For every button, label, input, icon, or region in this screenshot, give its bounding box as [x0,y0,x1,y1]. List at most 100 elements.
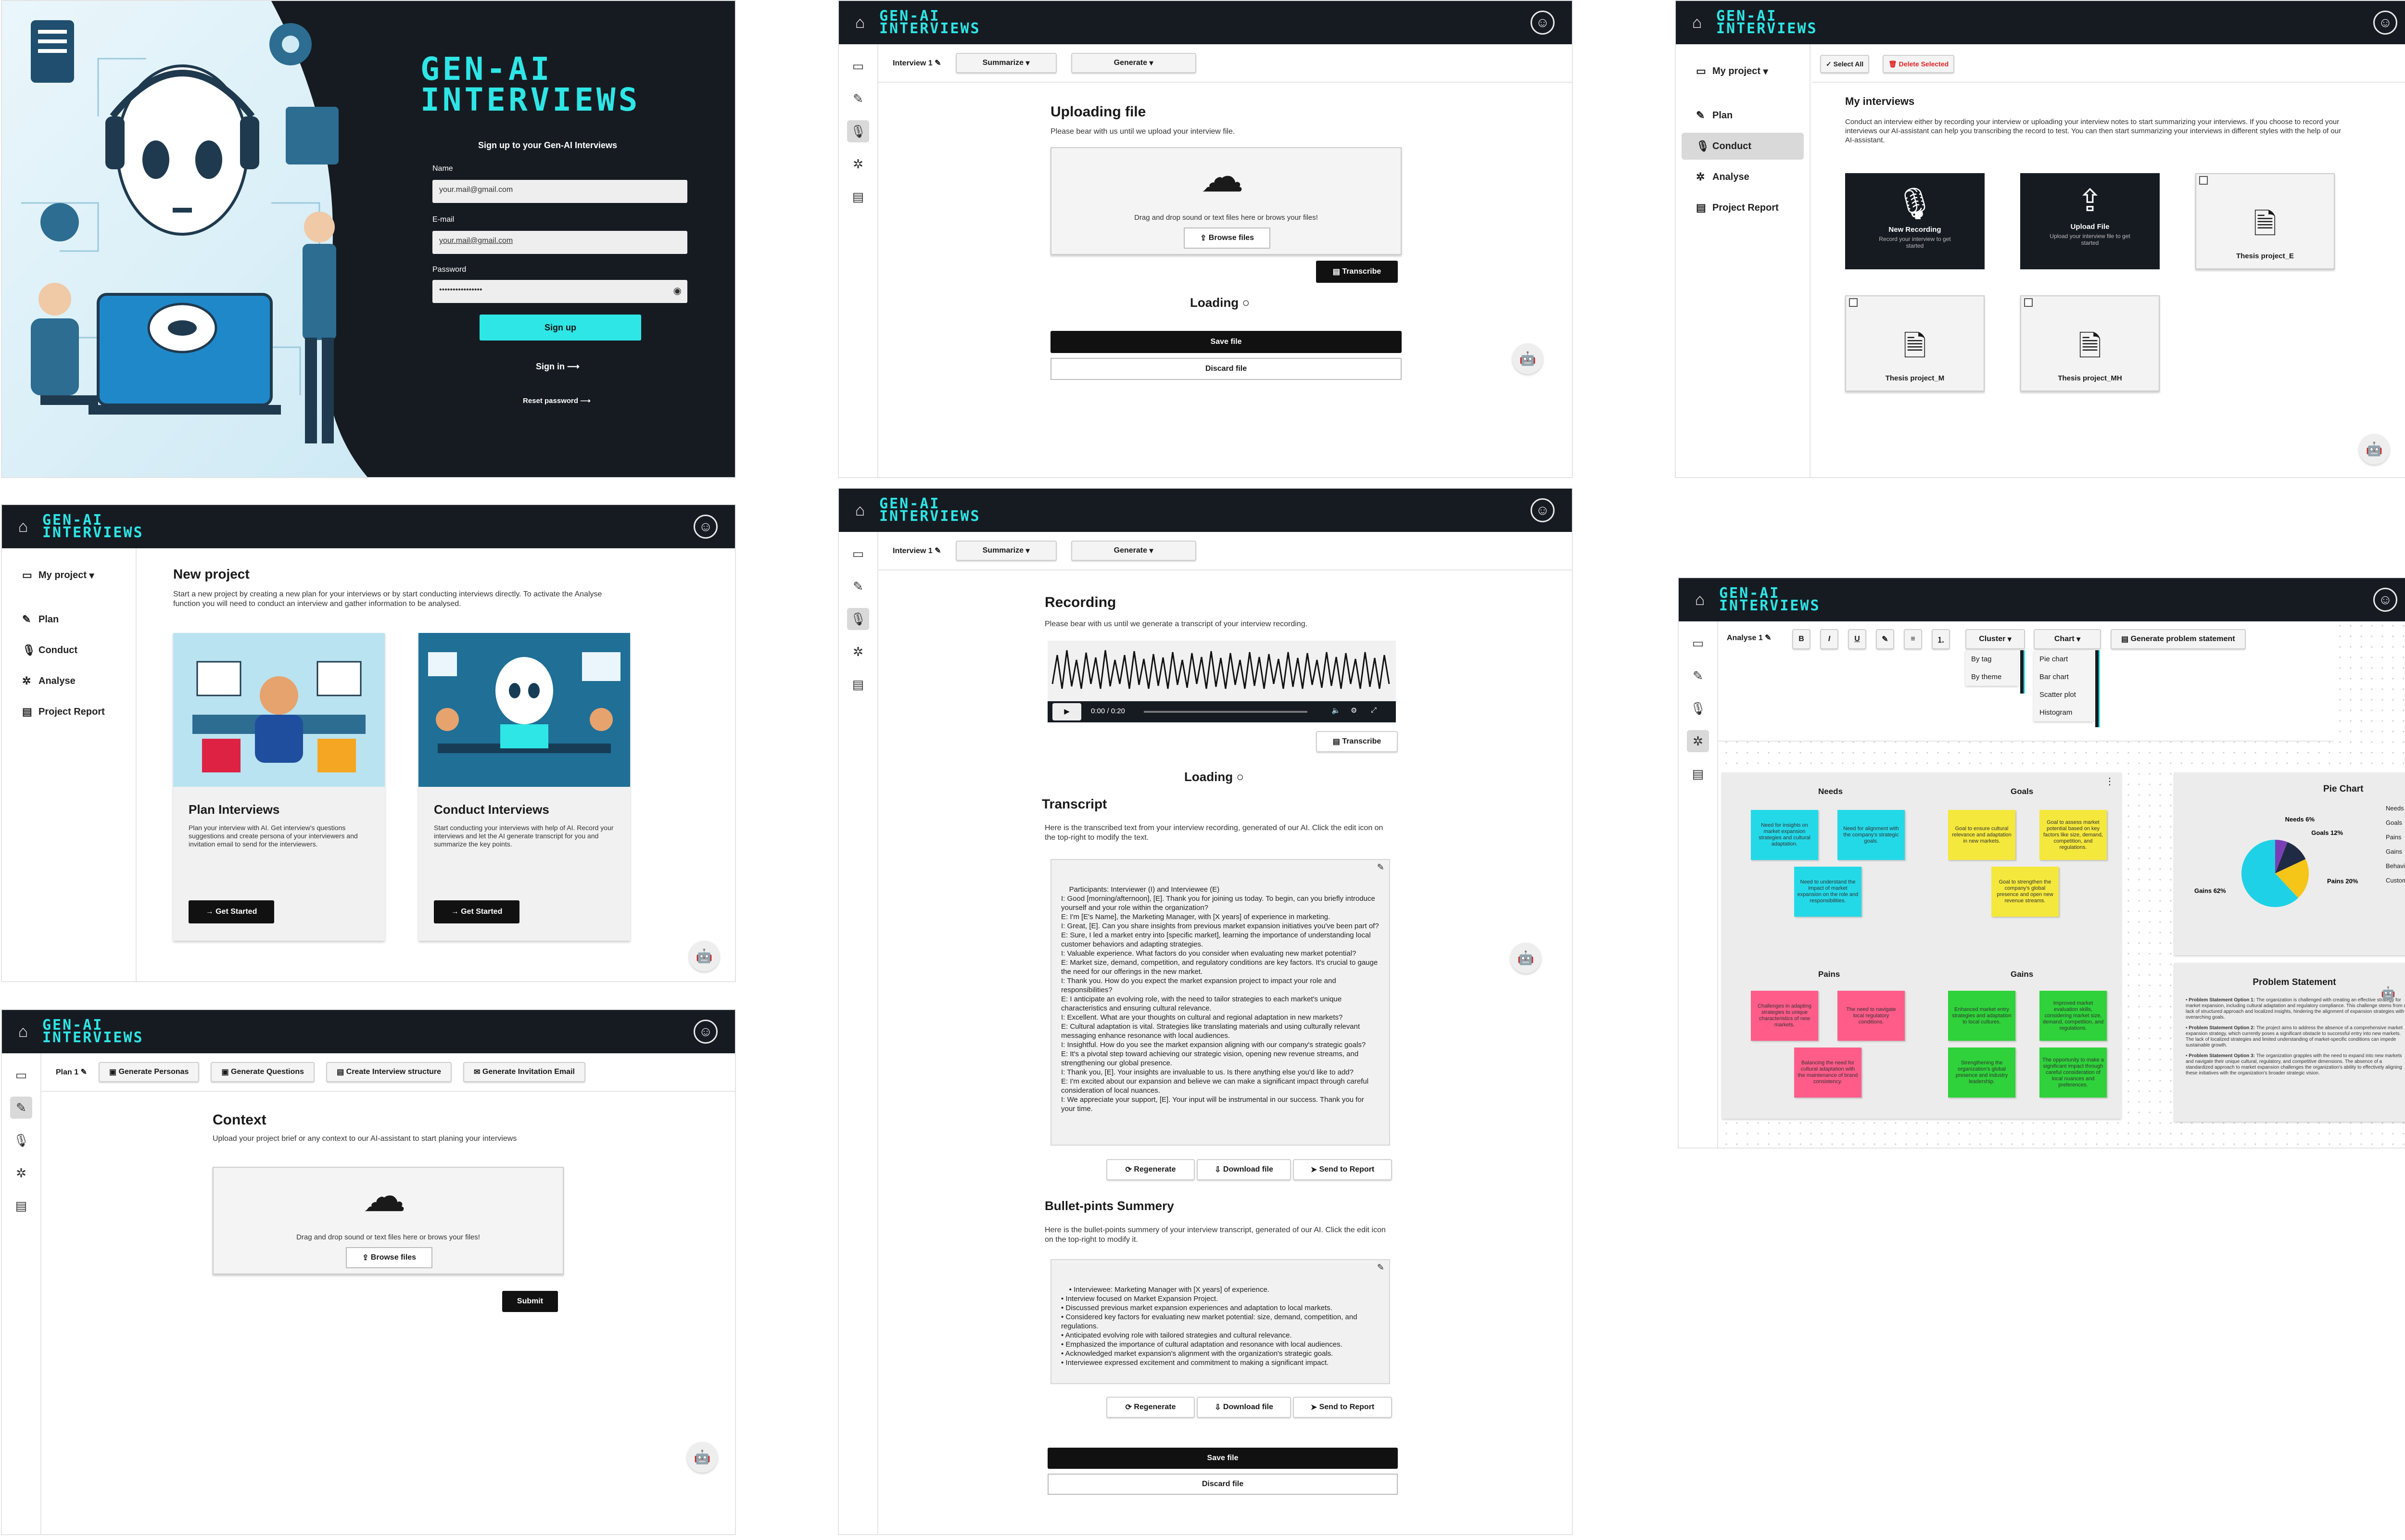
report-icon[interactable]: ▤ [847,673,869,695]
sticky-note[interactable]: Strengthening the organization's global … [1948,1048,2015,1098]
underline-button[interactable]: U [1848,629,1866,649]
report-icon[interactable]: ▤ [847,186,869,208]
cluster-option[interactable]: By theme [1965,668,2018,686]
problem-option[interactable]: • Problem Statement Option 1: The organi… [2186,997,2405,1021]
sidebar-item-project[interactable]: ▭ My project ▾ [1682,58,1804,85]
analyse-icon[interactable]: ✲ [847,153,869,175]
name-field[interactable]: your.mail@gmail.com [432,180,687,203]
analyse-icon[interactable]: ✲ [847,641,869,663]
chart-option[interactable]: Pie chart [2034,650,2093,668]
download-button[interactable]: ⇩ Download file [1197,1159,1291,1180]
ai-assistant-icon[interactable]: 🤖 [687,1442,718,1473]
plan-icon[interactable]: ✎ [847,575,869,597]
download-button[interactable]: ⇩ Download file [1197,1397,1291,1418]
fullscreen-icon[interactable]: ⤢ [1371,706,1377,714]
sidebar-item-conduct[interactable]: 🎙 Conduct [1682,133,1804,160]
generate-dropdown[interactable]: Generate ▾ [1071,53,1196,73]
interview-tab[interactable]: Interview 1 ✎ [893,58,941,68]
report-icon[interactable]: ▤ [10,1195,32,1217]
user-avatar-icon[interactable]: ☺ [2373,588,2397,612]
save-file-button[interactable]: Save file [1048,1448,1398,1469]
user-avatar-icon[interactable]: ☺ [1531,11,1555,35]
regenerate-button[interactable]: ⟳ Regenerate [1106,1397,1195,1418]
sticky-note[interactable]: Need for alignment with the company's st… [1837,810,1905,860]
edit-icon[interactable]: ✎ [81,1068,87,1076]
send-to-report-button[interactable]: ➤ Send to Report [1293,1397,1392,1418]
chart-option[interactable]: Histogram [2034,704,2093,721]
home-icon[interactable]: ⌂ [13,1022,33,1041]
new-recording-card[interactable]: 🎙 New Recording Record your interview to… [1845,173,1985,269]
select-all-button[interactable]: ✓ Select All [1820,55,1870,73]
chart-scrollbar[interactable] [2095,650,2100,727]
settings-icon[interactable]: ⚙ [1351,706,1357,715]
generate-problem-button[interactable]: ▤ Generate problem statement [2111,629,2246,649]
summarize-dropdown[interactable]: Summarize ▾ [955,53,1057,73]
sticky-note[interactable]: Improved market evaluation skills, consi… [2039,991,2107,1041]
sticky-note[interactable]: Challenges in adapting strategies to uni… [1751,991,1818,1041]
summary-text[interactable]: ✎ • Interviewee: Marketing Manager with … [1051,1259,1390,1384]
volume-icon[interactable]: 🔈 [1331,706,1341,715]
generate-personas-button[interactable]: ▣ Generate Personas [99,1062,200,1082]
cluster-dropdown[interactable]: Cluster ▾ [1965,629,2025,649]
microphone-icon[interactable]: 🎙 [1687,697,1709,720]
chart-option[interactable]: Scatter plot [2034,686,2093,704]
folder-icon[interactable]: ▭ [847,55,869,77]
analyse-icon[interactable]: ✲ [10,1162,32,1184]
sticky-note[interactable]: Goal to strengthen the company's global … [1991,867,2059,917]
discard-file-button[interactable]: Discard file [1051,358,1402,380]
browse-files-button[interactable]: ⇪ Browse files [1184,227,1270,249]
plan-icon[interactable]: ✎ [847,88,869,110]
italic-button[interactable]: I [1820,629,1838,649]
sidebar-item-plan[interactable]: ✎ Plan [8,606,130,633]
regenerate-button[interactable]: ⟳ Regenerate [1106,1159,1195,1180]
signup-button[interactable]: Sign up [480,315,641,341]
password-field[interactable]: •••••••••••••••• ◉ [432,280,687,303]
ai-assistant-icon[interactable]: 🤖 [1510,943,1541,973]
home-icon[interactable]: ⌂ [13,517,33,536]
sidebar-item-analyse[interactable]: ✲ Analyse [1682,164,1804,190]
sidebar-item-plan[interactable]: ✎ Plan [1682,102,1804,129]
play-icon[interactable]: ▶ [1052,703,1081,720]
eye-icon[interactable]: ◉ [673,285,682,297]
upload-file-card[interactable]: ⇪ Upload File Upload your interview file… [2020,173,2160,269]
reset-password-link[interactable]: Reset password ⟶ [523,396,591,405]
sidebar-item-project[interactable]: ▭ My project ▾ [8,562,130,589]
ai-assistant-icon[interactable]: 🤖 [2381,986,2395,1000]
discard-file-button[interactable]: Discard file [1048,1474,1398,1495]
bullet-list-button[interactable]: ≡ [1904,629,1922,649]
edit-icon[interactable]: ✎ [1377,863,1384,872]
plan-get-started-button[interactable]: → Get Started [189,900,274,923]
ai-assistant-icon[interactable]: 🤖 [1512,343,1543,374]
sidebar-item-conduct[interactable]: 🎙 Conduct [8,637,130,664]
create-structure-button[interactable]: ▤ Create Interview structure [326,1062,452,1082]
sticky-note[interactable]: Balancing the need for cultural adaptati… [1794,1048,1861,1098]
sticky-note[interactable]: Need to understand the impact of market … [1794,867,1861,917]
summarize-dropdown[interactable]: Summarize ▾ [955,541,1057,561]
sticky-note[interactable]: Goal to ensure cultural relevance and ad… [1948,810,2015,860]
home-icon[interactable]: ⌂ [850,501,870,520]
user-avatar-icon[interactable]: ☺ [694,515,718,539]
transcript-text[interactable]: ✎ Participants: Interviewer (I) and Inte… [1051,859,1390,1146]
sticky-note[interactable]: The need to navigate local regulatory co… [1837,991,1905,1041]
microphone-icon[interactable]: 🎙 [847,120,869,142]
numbered-list-button[interactable]: ⒈ [1932,629,1950,649]
folder-icon[interactable]: ▭ [10,1064,32,1086]
drop-zone[interactable]: ☁ Drag and drop sound or text files here… [213,1167,564,1275]
file-card[interactable]: 🗎 Thesis project_M [1845,295,1985,391]
file-card[interactable]: 🗎 Thesis project_MH [2020,295,2160,391]
progress-bar[interactable] [1144,711,1307,713]
edit-icon[interactable]: ✎ [935,59,941,67]
sticky-note[interactable]: Need for insights on market expansion st… [1751,810,1818,860]
cluster-scrollbar[interactable] [2020,650,2025,694]
folder-icon[interactable]: ▭ [847,543,869,565]
sticky-note[interactable]: Goal to assess market potential based on… [2039,810,2107,860]
edit-icon[interactable]: ✎ [935,547,941,555]
plan-icon[interactable]: ✎ [1687,665,1709,687]
submit-button[interactable]: Submit [502,1291,558,1312]
ai-assistant-icon[interactable]: 🤖 [2359,434,2390,465]
transcribe-button[interactable]: ▤ Transcribe [1316,731,1398,752]
microphone-icon[interactable]: 🎙 [847,608,869,630]
send-to-report-button[interactable]: ➤ Send to Report [1293,1159,1392,1180]
edit-icon[interactable]: ✎ [1765,634,1771,642]
user-avatar-icon[interactable]: ☺ [1531,498,1555,522]
